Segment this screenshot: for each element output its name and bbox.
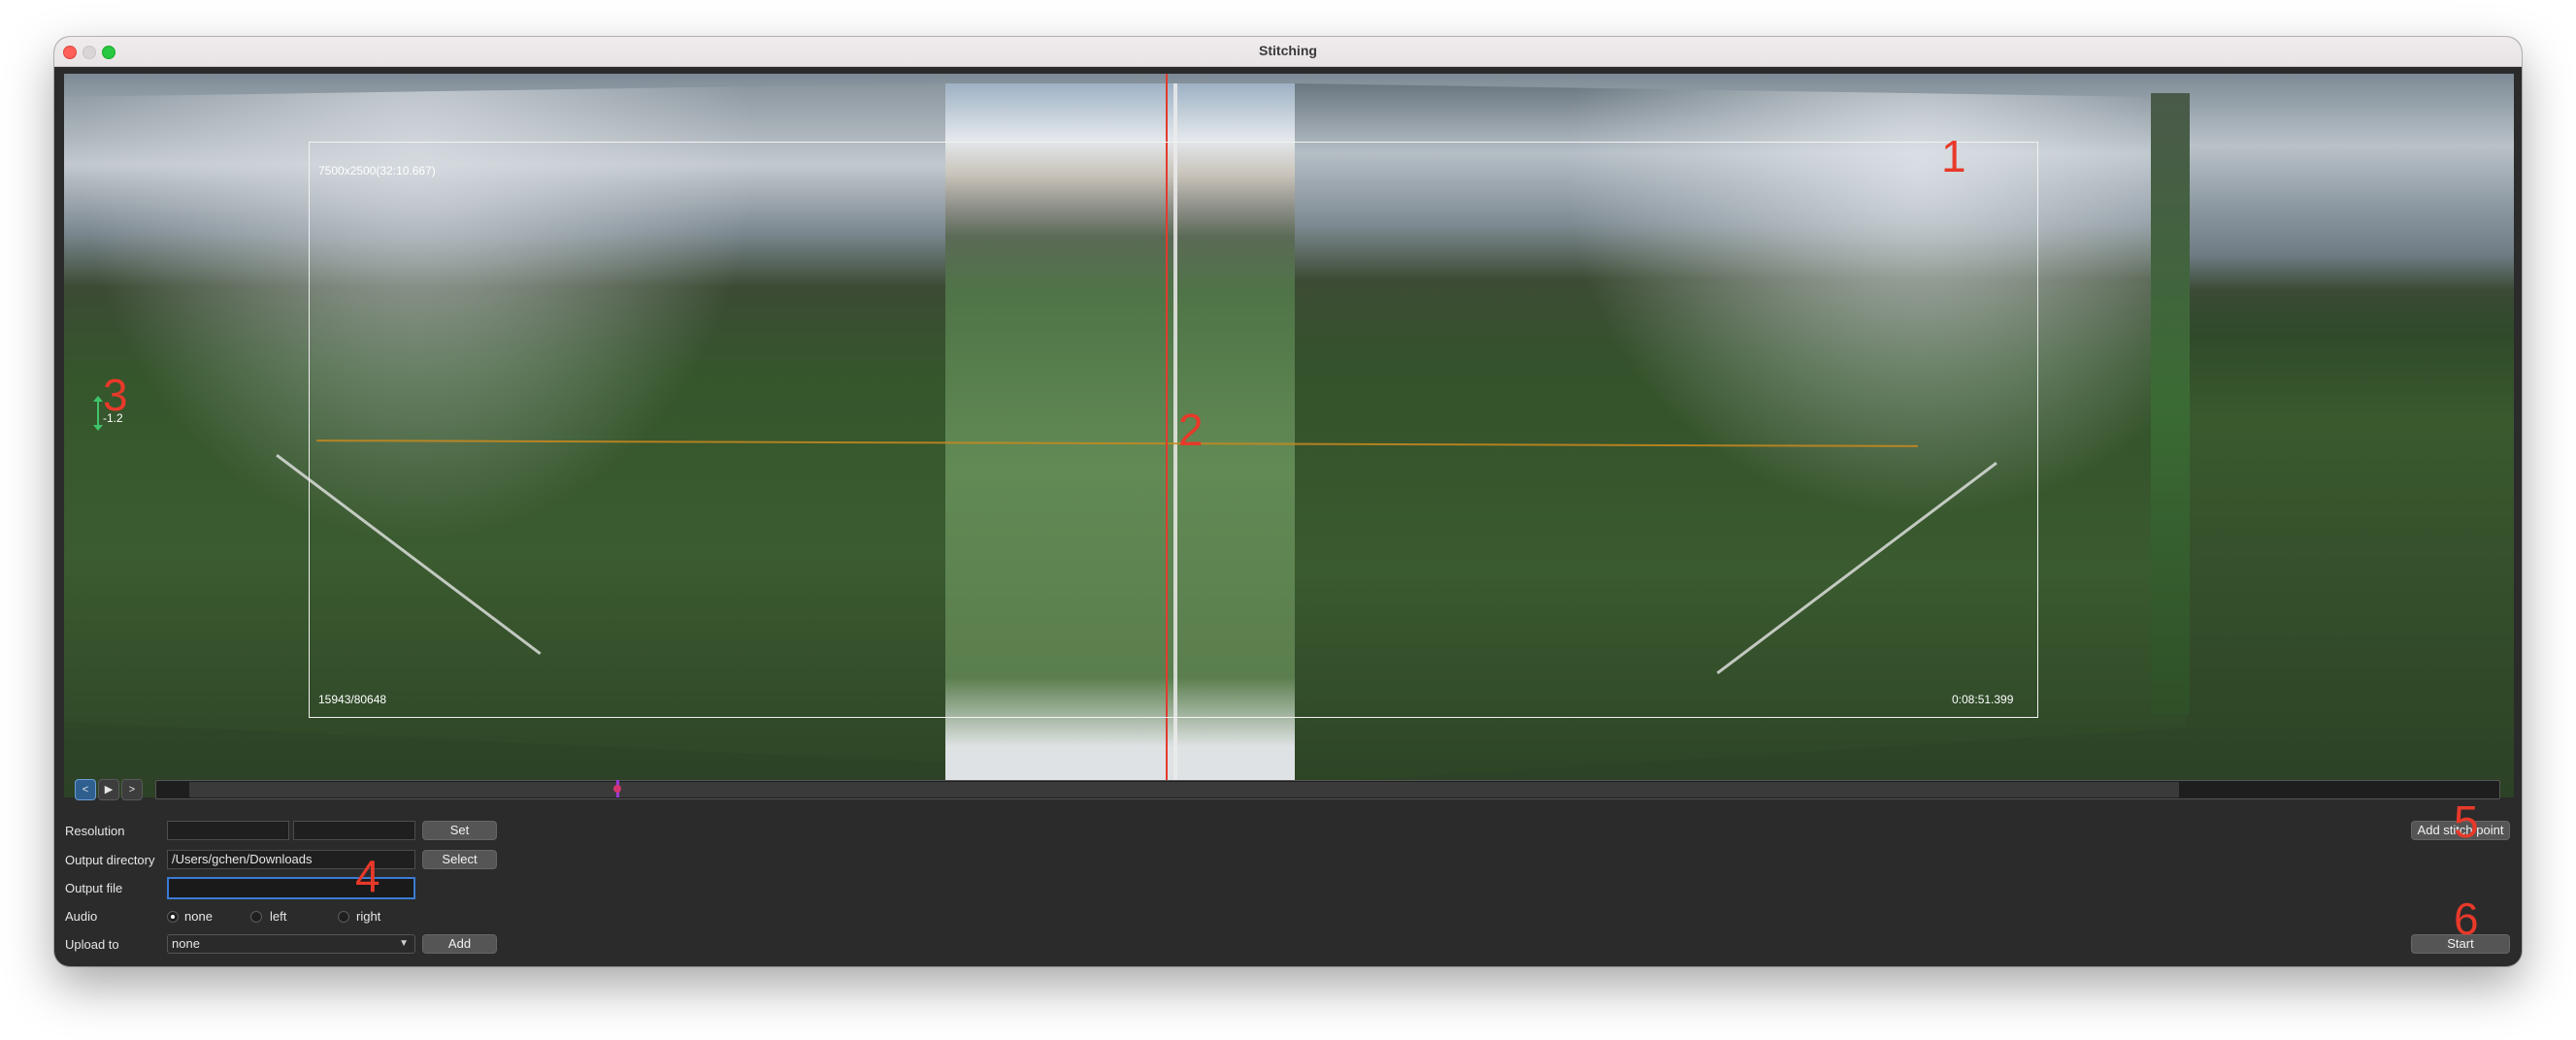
marker-4: 4 (355, 851, 380, 901)
marker-2: 2 (1178, 405, 1204, 455)
chevron-down-icon: ▼ (399, 938, 409, 949)
audio-left-label: left (270, 909, 287, 924)
tilt-arrow-icon[interactable] (93, 396, 103, 431)
timeline-scrubber[interactable] (155, 780, 2500, 799)
output-file-label: Output file (65, 881, 123, 895)
audio-none-radio[interactable] (167, 911, 179, 923)
playhead-marker-icon (612, 785, 621, 793)
play-button[interactable]: ▶ (98, 779, 119, 800)
upload-to-value: none (172, 936, 200, 951)
timestamp-overlay: 0:08:51.399 (1952, 693, 2014, 706)
frame-counter: 15943/80648 (318, 693, 387, 706)
audio-right-radio[interactable] (338, 911, 349, 923)
next-frame-button[interactable]: > (121, 779, 143, 800)
marker-1: 1 (1941, 131, 1966, 181)
resolution-width-input[interactable] (167, 821, 289, 840)
set-resolution-button[interactable]: Set (422, 821, 497, 840)
upload-to-dropdown[interactable]: none ▼ (167, 934, 415, 954)
resolution-height-input[interactable] (293, 821, 415, 840)
resolution-label: Resolution (65, 824, 125, 838)
output-crop-rectangle[interactable] (309, 142, 2038, 718)
panorama-preview[interactable]: 7500x2500(32:10.667) 15943/80648 0:08:51… (64, 74, 2514, 797)
timeline-track (189, 782, 2179, 797)
marker-3: 3 (103, 370, 128, 420)
marker-6: 6 (2454, 894, 2479, 944)
previous-frame-button[interactable]: < (75, 779, 96, 800)
audio-right-label: right (356, 909, 381, 924)
audio-label: Audio (65, 909, 98, 924)
marker-5: 5 (2454, 796, 2479, 847)
window-title: Stitching (1259, 43, 1317, 58)
select-directory-button[interactable]: Select (422, 850, 497, 869)
audio-none-label: none (184, 909, 213, 924)
output-directory-label: Output directory (65, 853, 155, 867)
add-upload-button[interactable]: Add (422, 934, 497, 954)
title-bar: Stitching (54, 37, 2522, 67)
audio-left-radio[interactable] (250, 911, 262, 923)
upload-to-label: Upload to (65, 937, 119, 952)
stitching-window: Stitching 7500x2500(32:10.667) 15943/806… (54, 37, 2522, 966)
edge-strip (2151, 93, 2190, 714)
resolution-overlay: 7500x2500(32:10.667) (318, 164, 436, 178)
